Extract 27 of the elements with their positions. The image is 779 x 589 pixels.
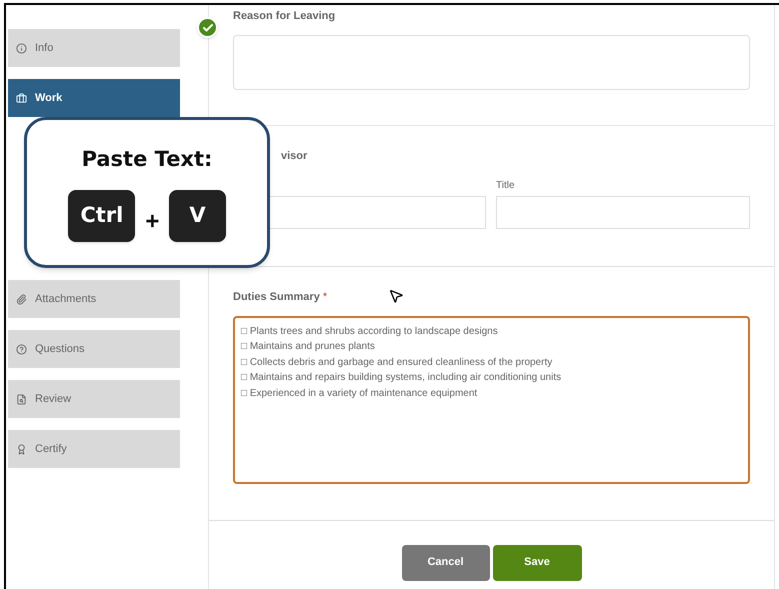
save-button[interactable]: Save xyxy=(492,544,582,580)
question-icon xyxy=(16,344,27,354)
award-icon xyxy=(16,444,27,454)
briefcase-icon xyxy=(16,92,27,104)
cancel-button[interactable]: Cancel xyxy=(402,544,490,580)
document-search-icon xyxy=(16,394,27,404)
info-icon xyxy=(16,42,27,54)
keyboard-key: Ctrl xyxy=(68,190,136,242)
sidebar-tab[interactable]: Work xyxy=(8,79,180,117)
field-label: Duties Summary xyxy=(233,290,320,305)
cursor-icon xyxy=(388,288,404,304)
text-field[interactable] xyxy=(496,196,750,229)
field-label: Reason for Leaving xyxy=(233,9,336,24)
paperclip-icon xyxy=(16,294,27,304)
keyboard-key: V xyxy=(169,190,226,242)
sidebar-tab[interactable]: Questions xyxy=(8,330,180,368)
field-label: Title xyxy=(496,179,516,193)
sidebar-tab[interactable]: Info xyxy=(8,29,180,67)
text-field[interactable] xyxy=(233,34,750,90)
sidebar-tab[interactable]: Attachments xyxy=(8,280,180,318)
required-mark: * xyxy=(322,290,328,305)
sidebar-tab[interactable]: Review xyxy=(8,380,180,418)
section-heading: visor xyxy=(281,148,308,164)
plus-sign: + xyxy=(145,206,160,236)
textarea-field[interactable]: □ Plants trees and shrubs according to landscape designs □ Maintains and prunes plants □ Collects debris and garbage and ensured cleanliness of the property □ Maintains and repairs building systems, including air conditioning units □ Experienced in a variety of maintenance equipment xyxy=(233,316,750,484)
callout-title: Paste Text: xyxy=(82,146,212,173)
sidebar-tab[interactable]: Certify xyxy=(8,430,180,468)
